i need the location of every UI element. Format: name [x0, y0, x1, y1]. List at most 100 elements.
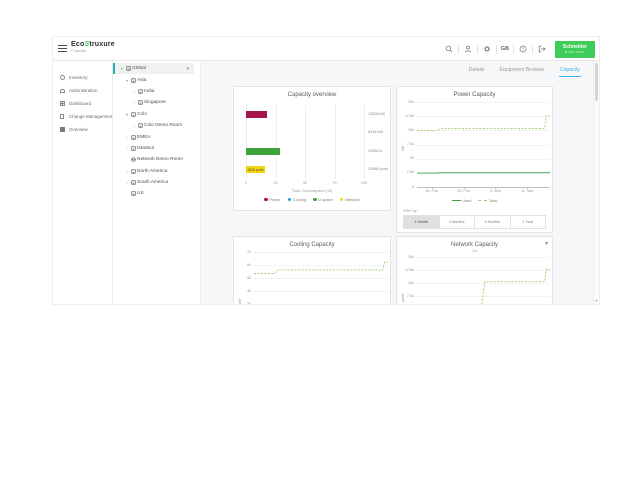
tree-item-label: Colo	[137, 112, 147, 117]
filter-button-1-year[interactable]: 1 Year	[511, 216, 546, 228]
x-tick-label: 75	[327, 181, 343, 185]
power_capacity-series	[397, 87, 552, 189]
capacity-total-label: 13808 kW	[368, 112, 385, 116]
cooling-capacity-card: Cooling Capacity 01k2k3k4k5k6k7kkW	[233, 236, 391, 305]
sidebar-item-label: Overview	[69, 127, 88, 132]
filter-buttons: 1 Month3 Months6 Months1 Year	[403, 215, 546, 229]
x-tick-label: 18. Feb	[420, 189, 444, 193]
legend-label: Power	[269, 197, 280, 202]
sidebar-item-dashboard[interactable]: Dashboard	[53, 97, 112, 110]
tree-item-label: Singapore	[144, 100, 166, 105]
series-total	[417, 270, 550, 306]
sidebar-item-change-management[interactable]: Change Management	[53, 110, 112, 123]
sidebar-item-administration[interactable]: Administration	[53, 84, 112, 97]
x-axis-title: Total Consumption (%)	[234, 188, 390, 193]
divider	[513, 45, 514, 54]
building-icon	[137, 100, 143, 105]
sidebar-item-inventory[interactable]: Inventory	[53, 71, 112, 84]
divider	[532, 45, 533, 54]
filter-button-3-months[interactable]: 3 Months	[440, 216, 476, 228]
tree-item-label: North America	[137, 169, 167, 174]
sidebar-item-overview[interactable]: Overview	[53, 123, 112, 136]
tree-item-global[interactable]: ▾Global▾	[113, 63, 194, 74]
legend-item-used: Used	[452, 198, 472, 203]
tree-item-emea[interactable]: ›EMEA	[113, 131, 200, 142]
series-total	[417, 116, 550, 131]
tab-details[interactable]: Details	[468, 64, 486, 77]
filter-button-1-month[interactable]: 1 Month	[404, 216, 440, 228]
tree-item-istanbul[interactable]: ›Istanbul	[113, 143, 200, 154]
schneider-logo-subtext: ELECTRIC	[565, 50, 585, 54]
chart-title: Capacity overview	[234, 92, 390, 98]
sidebar-item-label: Dashboard	[69, 101, 91, 106]
user-icon[interactable]	[461, 42, 475, 56]
filter-label: Filter by:	[403, 209, 546, 213]
help-icon[interactable]: ?	[516, 42, 530, 56]
tree-item-label: EMEA	[137, 135, 151, 140]
legend-item-u-space: U space	[313, 197, 333, 202]
scroll-down-arrow[interactable]: ▾	[594, 298, 599, 303]
legend-line-sample	[478, 200, 487, 201]
tree-item-label: South America	[137, 180, 168, 185]
tree-item-menu-caret-icon[interactable]: ▾	[186, 66, 189, 72]
legend-item-power: Power	[264, 197, 280, 202]
capacity-overview-card: Capacity overview 025507510013808 kW6138…	[233, 86, 391, 211]
x-tick-label: 4. Mar	[483, 189, 507, 193]
tree-item-asia[interactable]: ▾Asia	[113, 74, 200, 85]
bar-network: 2839 ports	[246, 166, 265, 173]
change-management-icon	[59, 114, 65, 120]
tree-item-singapore[interactable]: ›Singapore	[113, 97, 200, 108]
language-button[interactable]: GB	[499, 46, 511, 52]
menu-icon[interactable]	[58, 45, 67, 53]
capacity-total-label: 13988 ports	[368, 167, 388, 171]
chart-legend: UsedTotal	[397, 198, 552, 203]
sidebar-item-label: Administration	[69, 88, 98, 93]
tree-item-india[interactable]: ›India	[113, 86, 200, 97]
legend-line-sample	[452, 200, 461, 201]
tree-item-south-america[interactable]: ›South America	[113, 177, 200, 188]
logout-icon[interactable]	[535, 42, 549, 56]
bar-value-label: 2839 ports	[247, 168, 263, 172]
building-icon	[130, 78, 136, 83]
inventory-icon	[59, 75, 65, 81]
x-tick-label: 100	[356, 181, 372, 185]
x-tick-label: 50	[297, 181, 313, 185]
search-icon[interactable]	[442, 42, 456, 56]
legend-dot	[264, 198, 268, 202]
filter-button-6-months[interactable]: 6 Months	[475, 216, 511, 228]
tabs: Details Equipment Browser Capacity	[468, 64, 581, 77]
settings-gear-icon[interactable]	[480, 42, 494, 56]
legend-label: Network	[345, 197, 360, 202]
sidebar: Inventory Administration Dashboard Change M…	[53, 61, 113, 304]
tab-capacity[interactable]: Capacity	[559, 64, 581, 77]
capacity-total-label: 6138 kW	[368, 130, 383, 134]
divider	[458, 45, 459, 54]
gridline	[305, 105, 306, 179]
schneider-electric-logo: Schneider ELECTRIC	[555, 41, 595, 58]
tree-item-colo-demo-room[interactable]: ›Colo Demo Room	[113, 120, 200, 131]
vertical-scrollbar: ▾	[593, 61, 599, 304]
gridline	[364, 105, 365, 179]
tree-item-label: Network Demo Room	[137, 157, 183, 162]
building-icon	[137, 123, 143, 128]
tab-equipment-browser[interactable]: Equipment Browser	[499, 64, 546, 77]
tree-item-north-america[interactable]: ›North America	[113, 166, 200, 177]
tree-item-label: Colo Demo Room	[144, 123, 182, 128]
overview-icon	[59, 127, 65, 133]
gridline	[254, 304, 388, 305]
gridline	[276, 105, 277, 179]
brand-subtitle: IT Advisor	[71, 49, 115, 53]
cooling_capacity-series	[234, 237, 390, 305]
tree-item-network-demo-room[interactable]: Network Demo Room	[113, 154, 200, 165]
network_capacity-series	[397, 237, 552, 305]
scrollbar-thumb[interactable]	[595, 63, 598, 101]
series-total	[254, 262, 388, 274]
dashboard-icon	[59, 101, 65, 107]
tree-item-colo[interactable]: ▾Colo	[113, 109, 200, 120]
tree-item-us[interactable]: US	[113, 188, 200, 199]
capacity-total-label: 31965 U	[368, 149, 382, 153]
building-icon	[130, 180, 136, 185]
legend-dot	[313, 198, 317, 202]
legend-item-cooling: Cooling	[288, 197, 307, 202]
legend-label: Used	[462, 198, 471, 203]
